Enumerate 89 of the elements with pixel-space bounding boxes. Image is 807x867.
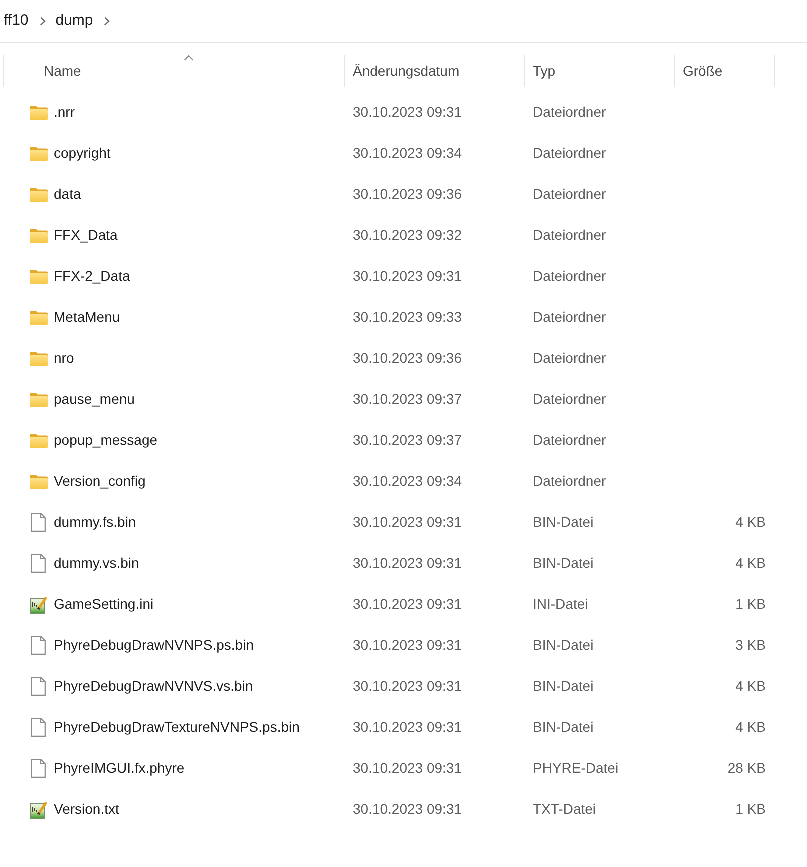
file-name[interactable]: PhyreDebugDrawNVNVS.vs.bin bbox=[54, 676, 254, 697]
sort-ascending-icon[interactable] bbox=[184, 55, 194, 61]
chevron-right-icon[interactable] bbox=[40, 16, 46, 26]
file-name[interactable]: dummy.fs.bin bbox=[54, 512, 136, 533]
file-name[interactable]: MetaMenu bbox=[54, 307, 120, 328]
file-name[interactable]: FFX-2_Data bbox=[54, 266, 130, 287]
file-name[interactable]: data bbox=[54, 184, 82, 205]
folder-icon bbox=[30, 310, 48, 324]
file-type: Dateiordner bbox=[533, 391, 606, 407]
notepad-icon bbox=[30, 596, 48, 614]
file-size: 28 KB bbox=[728, 760, 766, 776]
file-size: 3 KB bbox=[736, 637, 766, 653]
file-name[interactable]: pause_menu bbox=[54, 389, 135, 410]
file-name[interactable]: .nrr bbox=[54, 102, 75, 123]
folder-icon bbox=[30, 228, 48, 242]
file-type: Dateiordner bbox=[533, 186, 606, 202]
file-size: 1 KB bbox=[736, 596, 766, 612]
file-name[interactable]: PhyreDebugDrawTextureNVNPS.ps.bin bbox=[54, 717, 300, 738]
document-icon bbox=[31, 759, 46, 778]
modified-date: 30.10.2023 09:37 bbox=[353, 432, 462, 448]
file-size: 4 KB bbox=[736, 555, 766, 571]
file-name[interactable]: nro bbox=[54, 348, 74, 369]
file-type: BIN-Datei bbox=[533, 555, 594, 571]
column-header[interactable]: Typ bbox=[525, 55, 675, 87]
file-name[interactable]: PhyreIMGUI.fx.phyre bbox=[54, 758, 185, 779]
file-type: Dateiordner bbox=[533, 268, 606, 284]
file-name[interactable]: Version_config bbox=[54, 471, 146, 492]
file-size: 1 KB bbox=[736, 801, 766, 817]
breadcrumb-item[interactable]: dump bbox=[56, 12, 94, 30]
file-name[interactable]: PhyreDebugDrawNVNPS.ps.bin bbox=[54, 635, 254, 656]
file-type: BIN-Datei bbox=[533, 719, 594, 735]
file-size: 4 KB bbox=[736, 514, 766, 530]
modified-date: 30.10.2023 09:31 bbox=[353, 637, 462, 653]
column-header[interactable]: Änderungsdatum bbox=[345, 55, 525, 87]
modified-date: 30.10.2023 09:32 bbox=[353, 227, 462, 243]
modified-date: 30.10.2023 09:31 bbox=[353, 268, 462, 284]
folder-icon bbox=[30, 106, 48, 120]
folder-icon bbox=[30, 352, 48, 366]
modified-date: 30.10.2023 09:31 bbox=[353, 104, 462, 120]
modified-date: 30.10.2023 09:34 bbox=[353, 145, 462, 161]
modified-date: 30.10.2023 09:34 bbox=[353, 473, 462, 489]
modified-date: 30.10.2023 09:31 bbox=[353, 514, 462, 530]
modified-date: 30.10.2023 09:33 bbox=[353, 309, 462, 325]
folder-icon bbox=[30, 188, 48, 202]
file-name[interactable]: dummy.vs.bin bbox=[54, 553, 140, 574]
folder-icon bbox=[30, 270, 48, 284]
folder-icon bbox=[30, 146, 48, 160]
chevron-right-icon[interactable] bbox=[104, 16, 110, 26]
file-size: 4 KB bbox=[736, 678, 766, 694]
file-name[interactable]: popup_message bbox=[54, 430, 158, 451]
notepad-icon bbox=[30, 800, 48, 818]
document-icon bbox=[31, 513, 46, 532]
folder-icon bbox=[30, 474, 48, 488]
file-type: PHYRE-Datei bbox=[533, 760, 619, 776]
file-type: BIN-Datei bbox=[533, 678, 594, 694]
modified-date: 30.10.2023 09:31 bbox=[353, 760, 462, 776]
file-type: Dateiordner bbox=[533, 227, 606, 243]
file-name[interactable]: FFX_Data bbox=[54, 225, 118, 246]
folder-icon bbox=[30, 392, 48, 406]
file-type: Dateiordner bbox=[533, 145, 606, 161]
file-size: 4 KB bbox=[736, 719, 766, 735]
file-type: Dateiordner bbox=[533, 473, 606, 489]
document-icon bbox=[31, 554, 46, 573]
modified-date: 30.10.2023 09:31 bbox=[353, 555, 462, 571]
document-icon bbox=[31, 677, 46, 696]
modified-date: 30.10.2023 09:36 bbox=[353, 350, 462, 366]
file-name[interactable]: GameSetting.ini bbox=[54, 594, 154, 615]
file-name[interactable]: copyright bbox=[54, 143, 111, 164]
folder-icon bbox=[30, 434, 48, 448]
file-type: Dateiordner bbox=[533, 350, 606, 366]
file-type: Dateiordner bbox=[533, 104, 606, 120]
document-icon bbox=[31, 636, 46, 655]
file-type: TXT-Datei bbox=[533, 801, 596, 817]
document-icon bbox=[31, 718, 46, 737]
modified-date: 30.10.2023 09:31 bbox=[353, 719, 462, 735]
file-type: BIN-Datei bbox=[533, 514, 594, 530]
file-type: Dateiordner bbox=[533, 309, 606, 325]
file-type: INI-Datei bbox=[533, 596, 588, 612]
file-type: Dateiordner bbox=[533, 432, 606, 448]
modified-date: 30.10.2023 09:31 bbox=[353, 678, 462, 694]
column-header[interactable]: Name bbox=[3, 55, 345, 87]
column-header[interactable]: Größe bbox=[675, 55, 775, 87]
file-name[interactable]: Version.txt bbox=[54, 799, 120, 820]
modified-date: 30.10.2023 09:36 bbox=[353, 186, 462, 202]
file-type: BIN-Datei bbox=[533, 637, 594, 653]
modified-date: 30.10.2023 09:31 bbox=[353, 596, 462, 612]
modified-date: 30.10.2023 09:31 bbox=[353, 801, 462, 817]
modified-date: 30.10.2023 09:37 bbox=[353, 391, 462, 407]
breadcrumb-item[interactable]: ff10 bbox=[4, 12, 29, 30]
